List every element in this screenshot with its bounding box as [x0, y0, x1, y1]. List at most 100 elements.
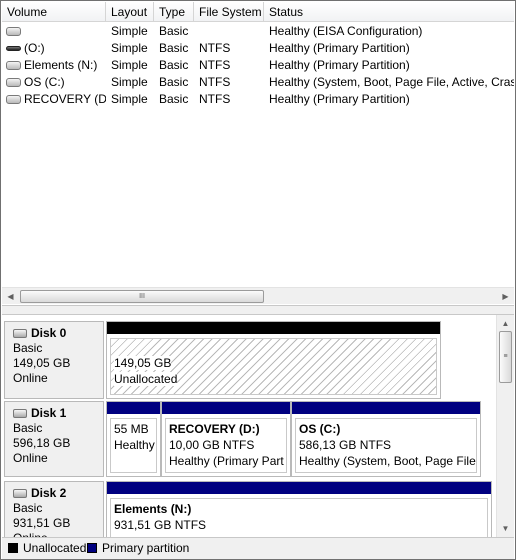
- unallocated-bar: [107, 322, 440, 334]
- volume-row[interactable]: RECOVERY (D:) Simple Basic NTFS Healthy …: [2, 91, 514, 108]
- partition-status: Unallocated: [114, 372, 178, 386]
- drive-icon: [6, 95, 21, 104]
- volume-status: Healthy (System, Boot, Page File, Active…: [269, 75, 514, 89]
- volume-name: (O:): [24, 41, 45, 55]
- disk-name: Disk 0: [31, 326, 67, 340]
- volume-layout: Simple: [111, 92, 148, 106]
- partition-status: Healthy (Primary Part: [169, 454, 284, 468]
- scroll-up-arrow-icon[interactable]: ▲: [497, 315, 514, 332]
- volume-name: [24, 23, 106, 40]
- partition-name: RECOVERY (D:): [169, 422, 260, 436]
- legend-label: Unallocated: [23, 541, 87, 555]
- disk-icon: [13, 329, 27, 338]
- volume-layout: Simple: [111, 58, 148, 72]
- volume-status: Healthy (Primary Partition): [269, 58, 410, 72]
- drive-icon: [6, 78, 21, 87]
- volume-name: Elements (N:): [24, 58, 98, 72]
- partition-recovery[interactable]: RECOVERY (D:) 10,00 GB NTFS Healthy (Pri…: [161, 401, 291, 477]
- partition-size: 931,51 GB NTFS: [114, 518, 207, 532]
- volume-list-header: Volume Layout Type File System Status: [2, 2, 514, 22]
- volume-status: Healthy (EISA Configuration): [269, 24, 423, 38]
- volume-status: Healthy (Primary Partition): [269, 92, 410, 106]
- primary-partition-bar: [107, 402, 160, 414]
- disk-type: Basic: [13, 341, 43, 355]
- drive-icon: [6, 61, 21, 70]
- partition-name: Elements (N:): [114, 502, 192, 516]
- vertical-scrollbar[interactable]: ▲ ≡ ▼: [496, 315, 514, 537]
- scroll-down-arrow-icon[interactable]: ▼: [497, 520, 514, 537]
- volume-type: Basic: [159, 24, 189, 38]
- volume-list: Volume Layout Type File System Status Si…: [2, 2, 514, 305]
- disk-label[interactable]: Disk 2 Basic 931,51 GB Online: [4, 481, 104, 537]
- partition-size: 149,05 GB: [114, 356, 172, 370]
- unallocated-space[interactable]: 149,05 GB Unallocated: [106, 321, 441, 399]
- column-header-file-system[interactable]: File System: [194, 2, 264, 22]
- volume-layout: Simple: [111, 75, 148, 89]
- volume-fs: [199, 23, 264, 40]
- disk-size: 149,05 GB: [13, 356, 71, 370]
- volume-type: Basic: [159, 58, 189, 72]
- horizontal-scroll-thumb[interactable]: III: [20, 290, 264, 303]
- disk-state: Online: [13, 371, 48, 385]
- horizontal-scrollbar[interactable]: ◀ III ▶: [2, 287, 514, 304]
- partition-name: OS (C:): [299, 422, 341, 436]
- pane-splitter[interactable]: [2, 305, 514, 315]
- disk-row: Disk 2 Basic 931,51 GB Online Elements (…: [4, 481, 494, 537]
- disk-state: Online: [13, 451, 48, 465]
- column-header-status[interactable]: Status: [264, 2, 514, 22]
- volume-row[interactable]: OS (C:) Simple Basic NTFS Healthy (Syste…: [2, 74, 514, 91]
- disk-size: 931,51 GB: [13, 516, 71, 530]
- volume-row[interactable]: (O:) Simple Basic NTFS Healthy (Primary …: [2, 40, 514, 57]
- disk-icon: [13, 409, 27, 418]
- partition-status: Healthy: [114, 438, 155, 452]
- primary-partition-bar: [107, 482, 491, 494]
- legend-swatch-unallocated: [8, 543, 18, 553]
- scroll-right-arrow-icon[interactable]: ▶: [497, 288, 514, 305]
- volume-fs: NTFS: [199, 75, 231, 89]
- column-header-volume[interactable]: Volume: [2, 2, 106, 22]
- partition-elements[interactable]: Elements (N:) 931,51 GB NTFS: [106, 481, 492, 537]
- volume-layout: Simple: [111, 24, 148, 38]
- volume-type: Basic: [159, 92, 189, 106]
- volume-status: Healthy (Primary Partition): [269, 41, 410, 55]
- disk-row: Disk 1 Basic 596,18 GB Online 55 MB Heal…: [4, 401, 494, 477]
- disk-type: Basic: [13, 421, 43, 435]
- volume-name: RECOVERY (D:): [24, 92, 106, 106]
- legend-bar: Unallocated Primary partition: [2, 537, 514, 559]
- partition-size: 55 MB: [114, 422, 149, 436]
- disk-label[interactable]: Disk 0 Basic 149,05 GB Online: [4, 321, 104, 399]
- disk-size: 596,18 GB: [13, 436, 71, 450]
- disk-icon: [13, 489, 27, 498]
- vertical-scroll-thumb[interactable]: ≡: [499, 331, 512, 383]
- disk-label[interactable]: Disk 1 Basic 596,18 GB Online: [4, 401, 104, 477]
- partition-status: Healthy (System, Boot, Page File,: [299, 454, 477, 468]
- volume-fs: NTFS: [199, 92, 231, 106]
- disk-name: Disk 2: [31, 486, 67, 500]
- disk-row: Disk 0 Basic 149,05 GB Online 149,05 GB …: [4, 321, 494, 399]
- column-header-type[interactable]: Type: [154, 2, 194, 22]
- partition-size: 586,13 GB NTFS: [299, 438, 392, 452]
- column-header-layout[interactable]: Layout: [106, 2, 154, 22]
- volume-name: OS (C:): [24, 75, 65, 89]
- volume-row[interactable]: Elements (N:) Simple Basic NTFS Healthy …: [2, 57, 514, 74]
- primary-partition-bar: [162, 402, 290, 414]
- disk-graphical-view: Disk 0 Basic 149,05 GB Online 149,05 GB …: [2, 315, 496, 537]
- volume-type: Basic: [159, 41, 189, 55]
- partition-size: 10,00 GB NTFS: [169, 438, 255, 452]
- legend-swatch-primary: [87, 543, 97, 553]
- primary-partition-bar: [292, 402, 480, 414]
- volume-fs: NTFS: [199, 58, 231, 72]
- scroll-left-arrow-icon[interactable]: ◀: [2, 288, 19, 305]
- removable-drive-icon: [6, 46, 21, 51]
- volume-row[interactable]: Simple Basic Healthy (EISA Configuration…: [2, 23, 514, 40]
- disk-name: Disk 1: [31, 406, 67, 420]
- drive-icon: [6, 27, 21, 36]
- disk-management-window: Volume Layout Type File System Status Si…: [0, 0, 516, 560]
- volume-layout: Simple: [111, 41, 148, 55]
- disk-type: Basic: [13, 501, 43, 515]
- volume-type: Basic: [159, 75, 189, 89]
- volume-fs: NTFS: [199, 41, 231, 55]
- legend-label: Primary partition: [102, 541, 190, 555]
- partition-os[interactable]: OS (C:) 586,13 GB NTFS Healthy (System, …: [291, 401, 481, 477]
- partition-system-reserved[interactable]: 55 MB Healthy: [106, 401, 161, 477]
